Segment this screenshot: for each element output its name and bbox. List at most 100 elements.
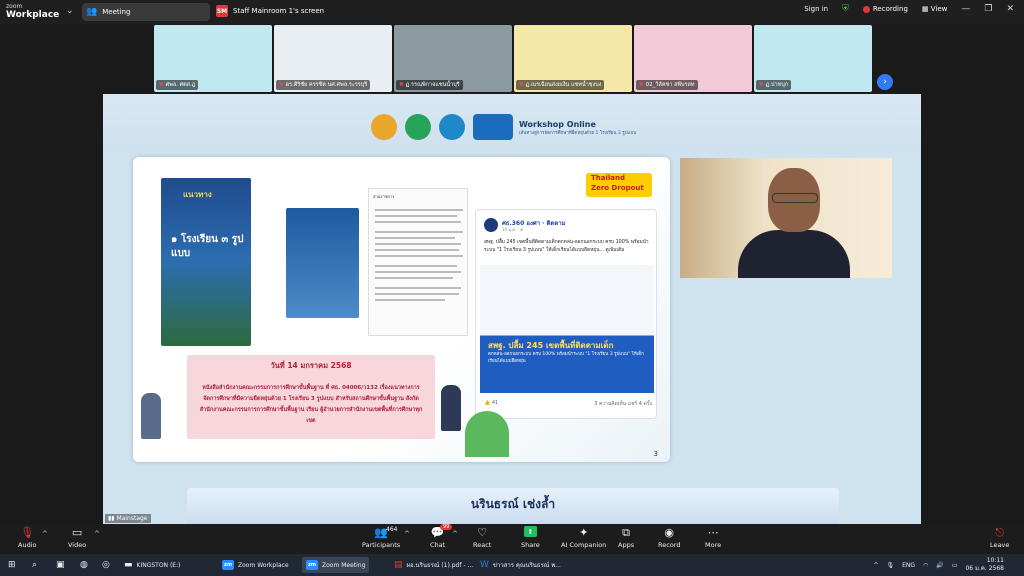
record-icon: ◉ <box>664 526 675 539</box>
guideline-book-cover: แนวทาง ๑ โรงเรียน ๓ รูปแบบ <box>161 178 251 346</box>
chevron-up-icon[interactable]: ^ <box>873 562 878 569</box>
speaker-name-banner: นรินธรณ์ เช่งล้ำ <box>187 488 839 524</box>
grid-icon: ▦ <box>921 5 929 13</box>
child-wheelchair-illustration <box>141 393 161 439</box>
pdf-taskbar[interactable]: ▤ ผอ.นรินธรณ์ (1).pdf - ... <box>390 557 477 573</box>
leave-button[interactable]: ⎋ Leave <box>990 526 1009 549</box>
mic-muted-icon: ✖ <box>279 82 284 88</box>
meeting-controls: 🎙 Audio ^ ▭ Video ^ 👥 Participants 464 ^… <box>0 524 1024 554</box>
wifi-icon[interactable]: ◠ <box>923 562 928 569</box>
participant-thumbnail[interactable]: ✖ ศพล. ศตส.ฎ <box>154 25 272 92</box>
view-button[interactable]: ▦ View <box>922 5 947 13</box>
participant-thumbnails: ✖ ศพล. ศตส.ฎ ✖ ดร.ศิริชัย ครรชิต นศ.ศพล.ระ… <box>0 24 1024 94</box>
share-button[interactable]: ⬆ Share <box>521 526 540 549</box>
equity-logo <box>439 114 465 140</box>
participant-thumbnail[interactable]: ✖ ดร.ศิริชัย ครรชิต นศ.ศพล.ระรรบุรี <box>274 25 392 92</box>
chat-unread-badge: 99 <box>440 524 453 530</box>
shield-icon[interactable]: ⛨ <box>842 4 849 14</box>
zoom-logo: zoom Workplace <box>6 3 60 20</box>
video-camera-icon: ▭ <box>71 526 83 539</box>
participants-count: 464 <box>386 526 398 533</box>
battery-icon[interactable]: ▭ <box>952 562 958 569</box>
task-view-button[interactable]: ▣ <box>52 557 69 573</box>
zoom-icon: zm <box>222 560 234 570</box>
clock[interactable]: 10:11 06 ม.ค. 2568 <box>965 557 1004 573</box>
video-button[interactable]: ▭ Video <box>68 526 86 549</box>
participant-thumbnail[interactable]: ✖ ฏ.ปาทบุก <box>754 25 872 92</box>
slide-number: 3 <box>653 450 658 458</box>
pdf-icon: ▤ <box>394 560 403 570</box>
meeting-tab[interactable]: 👥 Meeting <box>82 3 210 21</box>
word-taskbar[interactable]: W ข่าวสาร คุณนรินธรณ์ พ... <box>476 557 565 573</box>
chat-options-caret[interactable]: ^ <box>452 530 458 538</box>
start-button[interactable]: ⊞ <box>4 557 20 573</box>
participants-options-caret[interactable]: ^ <box>404 530 410 538</box>
record-dot-icon <box>862 5 870 13</box>
participant-thumbnail[interactable]: ✖ ฏ.ณรเฉียนสงยเงีน แชทน้ำชุงบง <box>514 25 632 92</box>
close-button[interactable]: ✕ <box>1006 4 1014 14</box>
lang-indicator[interactable]: ENG <box>902 562 915 569</box>
top-right-controls: Sign in ⛨ Recording ▦ View — ❐ ✕ <box>804 4 1014 14</box>
audio-button[interactable]: 🎙 Audio <box>18 526 36 549</box>
search-button[interactable]: ⌕ <box>28 557 41 573</box>
apps-icon: ⧉ <box>622 526 630 539</box>
document-notice: วันที่ 14 มกราคม 2568 หนังสือสำนักงานคณะ… <box>187 355 435 439</box>
explorer-kingston[interactable]: ▬ KINGSTON (E:) <box>120 557 184 573</box>
slide-header: Workshop Online เส้นทางสู่การจัดการศึกษา… <box>103 94 921 154</box>
title-bar: zoom Workplace ⌄ 👥 Meeting SM Staff Main… <box>0 0 1024 24</box>
audio-options-caret[interactable]: ^ <box>42 530 48 538</box>
folder-icon: ▬ <box>124 560 133 570</box>
chrome-button[interactable]: ◎ <box>98 557 114 573</box>
page-avatar <box>484 218 498 232</box>
second-book-cover <box>286 208 359 318</box>
ai-companion-button[interactable]: ✦ AI Companion <box>561 526 606 549</box>
post-image: สพฐ. ปลื้ม 245 เขตพื้นที่ติดตามเด็ก ตกหล… <box>480 265 654 393</box>
windows-taskbar: ⊞ ⌕ ▣ ◍ ◎ ▬ KINGSTON (E:) zm Zoom Workpl… <box>0 554 1024 576</box>
volume-icon[interactable]: 🔊 <box>936 562 943 569</box>
minimize-button[interactable]: — <box>961 4 970 14</box>
record-button[interactable]: ◉ Record <box>658 526 680 549</box>
zoom-workplace-taskbar[interactable]: zm Zoom Workplace <box>218 557 293 573</box>
chrome-icon: ◎ <box>102 560 110 570</box>
participant-thumbnail[interactable]: ✖ 02_วิลัคชา สพีบรลท <box>634 25 752 92</box>
chevron-right-icon: › <box>883 77 887 87</box>
react-button[interactable]: ♡ React <box>473 526 491 549</box>
sign-in-link[interactable]: Sign in <box>804 5 828 13</box>
task-view-icon: ▣ <box>56 560 65 570</box>
next-page-button[interactable]: › <box>877 74 893 90</box>
mainstage-label: ▮▮ Mainstage <box>105 514 151 523</box>
heart-icon: ♡ <box>477 526 488 539</box>
shared-screen: Workshop Online เส้นทางสู่การจัดการศึกษา… <box>103 94 921 524</box>
post-stats: 👍 41 3 ความคิดเห็น แชร์ 4 ครั้ง <box>484 400 652 407</box>
eef-logo <box>405 114 431 140</box>
facebook-post: ศธ.360 องศา · ติดตาม 10 ม.ค. · ⊕ สพฐ. ปล… <box>475 209 657 419</box>
copilot-button[interactable]: ◍ <box>76 557 92 573</box>
leave-icon: ⎋ <box>995 526 1005 539</box>
thailand-zero-dropout-badge: Thailand Zero Dropout <box>586 173 652 197</box>
system-tray: ^ 🎙 ENG ◠ 🔊 ▭ 10:11 06 ม.ค. 2568 <box>873 557 1004 573</box>
mic-muted-icon: 🎙 <box>20 526 35 539</box>
sparkle-icon: ✦ <box>579 526 589 539</box>
ministry-seal-logo <box>371 114 397 140</box>
mic-muted-icon: ✖ <box>159 82 164 88</box>
chevron-down-icon[interactable]: ⌄ <box>66 6 74 16</box>
presentation-slide: แนวทาง ๑ โรงเรียน ๓ รูปแบบ ส่วนราชการ Th… <box>133 157 670 462</box>
more-button[interactable]: ⋯ More <box>705 526 721 549</box>
maximize-button[interactable]: ❐ <box>984 4 992 14</box>
bush-illustration <box>465 411 509 457</box>
video-options-caret[interactable]: ^ <box>94 530 100 538</box>
participant-thumbnail[interactable]: ✖ ฏ.รรณพิกาจแชนน้ำบุรี <box>394 25 512 92</box>
zoom-meeting-taskbar[interactable]: zm Zoom Meeting <box>302 557 370 573</box>
mic-muted-icon: ✖ <box>759 82 764 88</box>
windows-logo-icon: ⊞ <box>8 560 16 570</box>
people-icon: 👥 <box>86 7 98 17</box>
presenter-video <box>680 158 892 278</box>
sharer-avatar: SM <box>216 5 228 17</box>
mic-muted-icon: ✖ <box>639 82 644 88</box>
mic-muted-icon: ✖ <box>519 82 524 88</box>
apps-button[interactable]: ⧉ Apps <box>618 526 634 549</box>
share-screen-icon: ⬆ <box>523 526 537 537</box>
microphone-icon[interactable]: 🎙 <box>887 562 895 569</box>
recording-indicator[interactable]: Recording <box>862 5 908 13</box>
partner-logos <box>371 114 513 140</box>
